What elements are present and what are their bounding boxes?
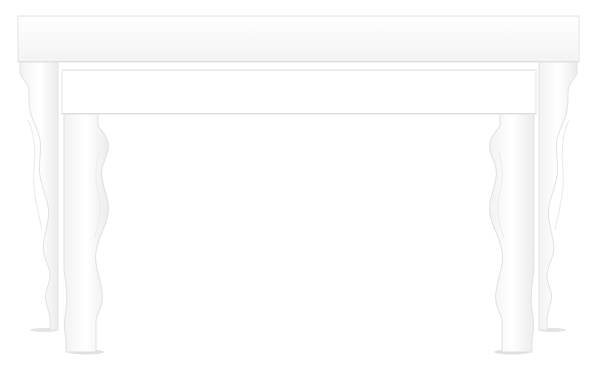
floor-shadows: [30, 328, 566, 355]
small-table-right-leg: [489, 113, 535, 353]
small-table-top: [61, 69, 537, 115]
small-console-table: [61, 69, 537, 353]
large-table-left-leg: [19, 61, 59, 331]
large-table-top: [17, 15, 580, 63]
product-photo: [0, 0, 600, 377]
small-table-left-leg: [63, 113, 109, 353]
console-table-set-image: [17, 15, 580, 355]
large-table-right-leg: [538, 61, 578, 331]
